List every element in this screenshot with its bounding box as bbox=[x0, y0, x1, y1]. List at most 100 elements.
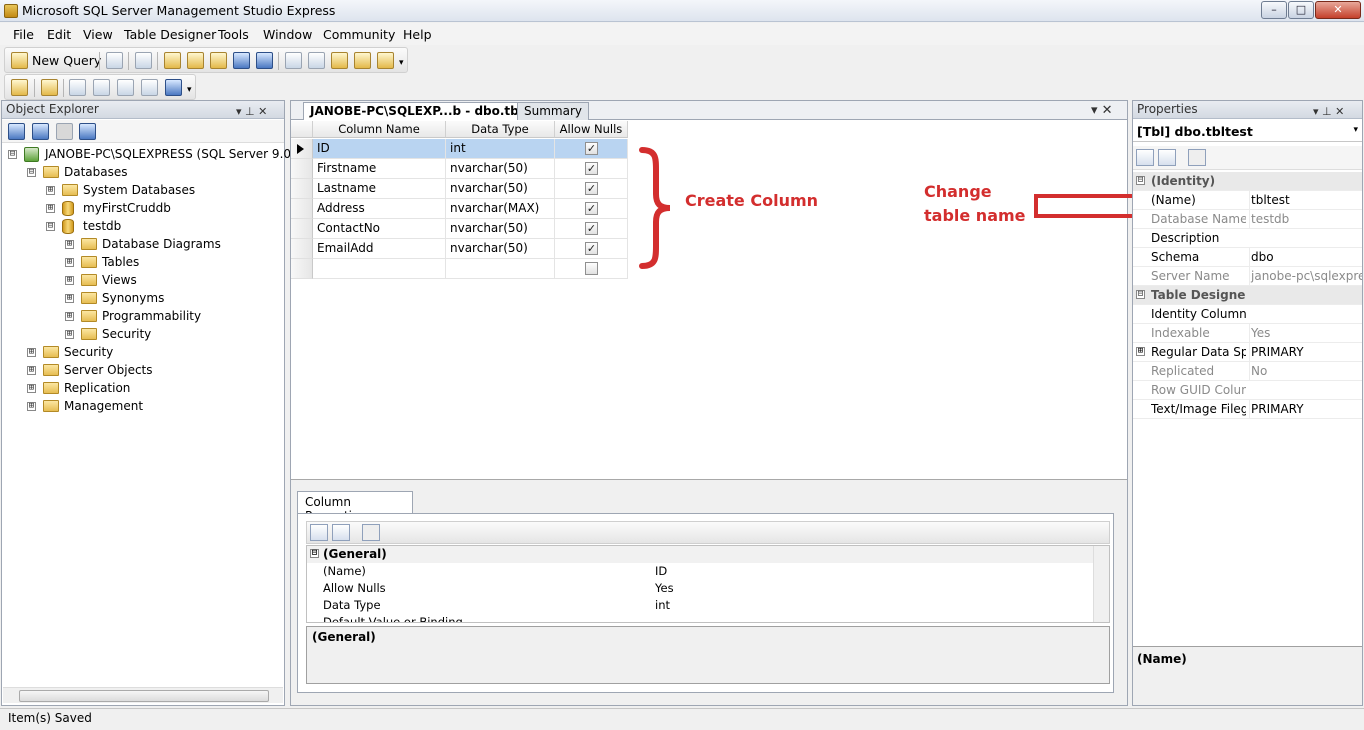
property-category[interactable]: ⊟ (General) bbox=[307, 546, 1095, 563]
save-all-icon[interactable] bbox=[256, 52, 273, 69]
row-selector[interactable] bbox=[291, 159, 313, 179]
collapse-icon[interactable]: ⊟ bbox=[46, 222, 55, 231]
tree-node[interactable]: ⊟ Databases bbox=[27, 164, 278, 182]
tree-node[interactable]: ⊞ Security bbox=[65, 326, 278, 344]
property-row[interactable]: (Name) tbltest bbox=[1133, 191, 1362, 210]
chevron-down-icon[interactable]: ▾ bbox=[1353, 125, 1358, 135]
row-selector[interactable] bbox=[291, 239, 313, 259]
expand-icon[interactable]: ⊞ bbox=[46, 186, 55, 195]
save-icon[interactable] bbox=[233, 52, 250, 69]
menu-community[interactable]: Community bbox=[323, 27, 395, 42]
property-value[interactable]: testdb bbox=[1249, 210, 1362, 228]
property-value[interactable]: PRIMARY bbox=[1249, 400, 1362, 418]
property-row[interactable]: Database Name testdb bbox=[1133, 210, 1362, 229]
manage-indexes-icon[interactable] bbox=[93, 79, 110, 96]
maximize-button[interactable]: □ bbox=[1288, 1, 1314, 19]
expand-icon[interactable]: ⊞ bbox=[27, 366, 36, 375]
allow-nulls-checkbox[interactable] bbox=[585, 262, 598, 275]
property-value[interactable]: dbo bbox=[1249, 248, 1362, 266]
property-row[interactable]: Indexable Yes bbox=[1133, 324, 1362, 343]
new-file-icon[interactable] bbox=[106, 52, 123, 69]
column-name-cell[interactable]: EmailAdd bbox=[313, 239, 446, 259]
manage-fulltext-icon[interactable] bbox=[117, 79, 134, 96]
property-value[interactable]: No bbox=[1249, 362, 1362, 380]
property-category[interactable]: ⊟ Table Designer bbox=[1133, 286, 1362, 305]
row-selector[interactable] bbox=[291, 219, 313, 239]
template-explorer-icon[interactable] bbox=[331, 52, 348, 69]
expand-icon[interactable]: ⊞ bbox=[65, 294, 74, 303]
generate-change-script-icon[interactable] bbox=[11, 79, 28, 96]
tree-node[interactable]: ⊞ Tables bbox=[65, 254, 278, 272]
allow-nulls-checkbox[interactable]: ✓ bbox=[585, 142, 598, 155]
connect-icon[interactable] bbox=[8, 123, 25, 140]
tree-node[interactable]: ⊞ Views bbox=[65, 272, 278, 290]
column-name-cell[interactable] bbox=[313, 259, 446, 279]
expand-icon[interactable]: ⊞ bbox=[65, 240, 74, 249]
tree-node[interactable]: ⊞ Database Diagrams bbox=[65, 236, 278, 254]
panel-controls-icon[interactable]: ▾ ⊥ ✕ bbox=[236, 103, 267, 120]
expand-icon[interactable]: ⊞ bbox=[65, 330, 74, 339]
data-type-cell[interactable]: nvarchar(MAX) bbox=[446, 199, 555, 219]
menu-file[interactable]: File bbox=[13, 27, 34, 42]
toolbar-options-dropdown[interactable]: ▾ bbox=[187, 85, 192, 95]
new-project-icon[interactable] bbox=[135, 52, 152, 69]
allow-nulls-checkbox[interactable]: ✓ bbox=[585, 202, 598, 215]
manage-check-constraints-icon[interactable] bbox=[165, 79, 182, 96]
property-category[interactable]: ⊟ (Identity) bbox=[1133, 172, 1362, 191]
scrollbar-thumb[interactable] bbox=[19, 690, 269, 702]
property-row[interactable]: Identity Column bbox=[1133, 305, 1362, 324]
disconnect-icon[interactable] bbox=[32, 123, 49, 140]
open-query-icon[interactable] bbox=[187, 52, 204, 69]
vertical-scrollbar[interactable] bbox=[1093, 546, 1109, 622]
data-type-cell[interactable] bbox=[446, 259, 555, 279]
allow-nulls-checkbox[interactable]: ✓ bbox=[585, 182, 598, 195]
tree-node[interactable]: ⊞ myFirstCruddb bbox=[46, 200, 278, 218]
collapse-icon[interactable]: ⊟ bbox=[8, 150, 17, 159]
object-explorer-icon[interactable] bbox=[308, 52, 325, 69]
property-value[interactable]: Yes bbox=[1249, 324, 1362, 342]
expand-icon[interactable]: ⊞ bbox=[1136, 347, 1145, 356]
panel-controls-icon[interactable]: ▾ ⊥ ✕ bbox=[1313, 103, 1344, 120]
tree-node[interactable]: ⊞ Synonyms bbox=[65, 290, 278, 308]
expand-icon[interactable]: ⊞ bbox=[27, 348, 36, 357]
expand-icon[interactable]: ⊞ bbox=[65, 276, 74, 285]
relationships-icon[interactable] bbox=[69, 79, 86, 96]
property-value[interactable]: janobe-pc\sqlexpress bbox=[1249, 267, 1362, 285]
tree-node[interactable]: ⊟ testdb bbox=[46, 218, 278, 236]
property-row[interactable]: (Name) ID bbox=[307, 563, 1095, 580]
collapse-icon[interactable]: ⊟ bbox=[1136, 290, 1145, 299]
property-value[interactable]: Yes bbox=[655, 580, 674, 596]
new-query-icon[interactable] bbox=[11, 52, 28, 69]
tab-column-properties[interactable]: Column Properties bbox=[297, 491, 413, 523]
column-name-cell[interactable]: Firstname bbox=[313, 159, 446, 179]
row-selector[interactable] bbox=[291, 199, 313, 219]
tree-node[interactable]: ⊞ Programmability bbox=[65, 308, 278, 326]
tab-summary[interactable]: Summary bbox=[517, 102, 589, 120]
categorized-icon[interactable] bbox=[1136, 149, 1154, 166]
data-type-cell[interactable]: nvarchar(50) bbox=[446, 219, 555, 239]
toolbar-options-dropdown[interactable]: ▾ bbox=[399, 58, 404, 68]
add-existing-icon[interactable] bbox=[210, 52, 227, 69]
property-value[interactable]: PRIMARY bbox=[1249, 343, 1362, 361]
data-type-cell[interactable]: nvarchar(50) bbox=[446, 159, 555, 179]
property-row[interactable]: Default Value or Binding bbox=[307, 614, 1095, 622]
property-row[interactable]: Data Type int bbox=[307, 597, 1095, 614]
properties-object-selector[interactable]: [Tbl] dbo.tbltest ▾ bbox=[1133, 120, 1362, 142]
property-row[interactable]: Replicated No bbox=[1133, 362, 1362, 381]
row-selector[interactable] bbox=[291, 179, 313, 199]
column-name-cell[interactable]: ContactNo bbox=[313, 219, 446, 239]
property-pages-icon[interactable] bbox=[362, 524, 380, 541]
solution-explorer-icon[interactable] bbox=[354, 52, 371, 69]
column-name-cell[interactable]: Lastname bbox=[313, 179, 446, 199]
filter-icon[interactable] bbox=[79, 123, 96, 140]
expand-icon[interactable]: ⊞ bbox=[27, 402, 36, 411]
collapse-icon[interactable]: ⊟ bbox=[27, 168, 36, 177]
close-button[interactable]: ✕ bbox=[1315, 1, 1361, 19]
tree-node[interactable]: ⊞ Security bbox=[27, 344, 278, 362]
tree-node[interactable]: ⊞ Management bbox=[27, 398, 278, 416]
property-row[interactable]: Description bbox=[1133, 229, 1362, 248]
menu-window[interactable]: Window bbox=[263, 27, 312, 42]
column-name-cell[interactable]: Address bbox=[313, 199, 446, 219]
horizontal-scrollbar[interactable] bbox=[3, 687, 283, 703]
properties-window-icon[interactable] bbox=[377, 52, 394, 69]
